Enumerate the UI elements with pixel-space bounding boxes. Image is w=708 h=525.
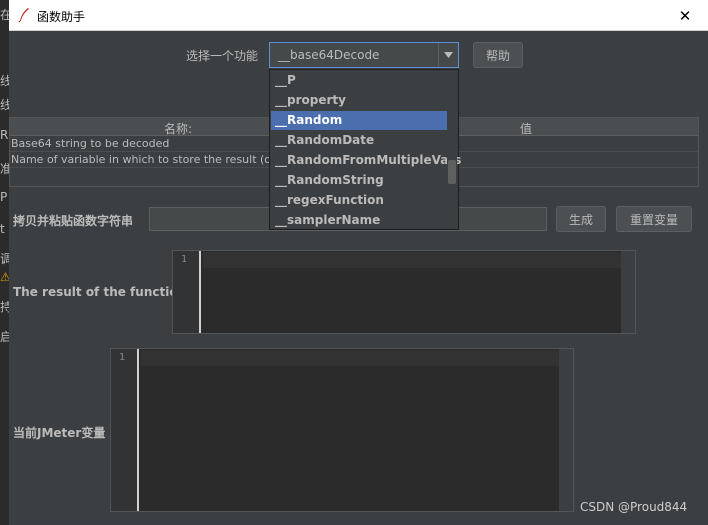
current-line-highlight <box>203 252 621 268</box>
title-bar: 函数助手 ✕ <box>9 0 708 31</box>
background-glyph: R <box>0 128 9 142</box>
function-combobox-value: __base64Decode <box>278 48 380 62</box>
background-window-strip: 在 线 线 R 准 P t 调 ⚠ 持 启 <box>0 0 9 525</box>
close-button[interactable]: ✕ <box>662 0 708 31</box>
dropdown-item[interactable]: __RandomFromMultipleVars <box>271 151 461 170</box>
help-button[interactable]: 帮助 <box>473 42 523 68</box>
background-glyph: 持 <box>0 300 9 314</box>
function-select-label: 选择一个功能 <box>186 49 259 63</box>
column-header-value[interactable]: 值 <box>520 120 532 137</box>
dropdown-item[interactable]: __RandomDate <box>271 131 447 150</box>
background-glyph: 启 <box>0 330 9 344</box>
reset-variables-button[interactable]: 重置变量 <box>616 206 692 232</box>
param-name-cell[interactable]: Base64 string to be decoded <box>11 137 169 150</box>
background-glyph: 在 <box>0 8 9 22</box>
generate-button[interactable]: 生成 <box>556 206 606 232</box>
jmeter-feather-icon <box>18 7 30 23</box>
background-glyph: t <box>0 222 5 236</box>
result-editor[interactable]: 1 <box>172 250 636 334</box>
background-glyph: 线 <box>0 74 9 88</box>
line-gutter: 1 <box>111 349 139 511</box>
line-number: 1 <box>181 254 188 265</box>
dropdown-item[interactable]: __RandomString <box>271 171 447 190</box>
param-name-cell[interactable]: Name of variable in which to store the r… <box>11 153 278 166</box>
function-combobox[interactable]: __base64Decode <box>269 42 459 68</box>
function-string-label: 拷贝并粘贴函数字符串 <box>13 214 134 228</box>
dropdown-item[interactable]: __property <box>271 91 447 110</box>
vertical-scrollbar[interactable] <box>559 349 573 511</box>
warning-icon: ⚠ <box>0 270 9 284</box>
line-number: 1 <box>119 352 126 363</box>
chevron-down-icon[interactable] <box>438 43 458 67</box>
function-dropdown-list[interactable]: __P __property __Random __RandomDate __R… <box>269 69 461 230</box>
close-icon: ✕ <box>678 6 692 25</box>
column-header-name[interactable]: 名称: <box>164 120 192 137</box>
watermark-text: CSDN @Proud844 <box>580 500 688 514</box>
current-line-highlight <box>141 350 559 366</box>
vertical-scrollbar[interactable] <box>621 251 635 333</box>
dropdown-item[interactable]: __P <box>271 71 447 90</box>
function-helper-dialog: 函数助手 ✕ 选择一个功能 __base64Decode 帮助 名称: 值 Ba… <box>9 0 708 525</box>
background-glyph: 调 <box>0 252 9 266</box>
dropdown-item[interactable]: __samplerName <box>271 211 447 230</box>
line-gutter: 1 <box>173 251 201 333</box>
background-glyph: P <box>0 190 8 204</box>
jmeter-variables-editor[interactable]: 1 <box>110 348 574 512</box>
dropdown-scrollbar[interactable] <box>447 71 457 229</box>
dropdown-item[interactable]: __regexFunction <box>271 191 447 210</box>
dropdown-item-selected[interactable]: __Random <box>271 111 447 130</box>
background-glyph: 准 <box>0 162 9 176</box>
background-glyph: 线 <box>0 98 9 112</box>
dialog-title: 函数助手 <box>37 10 86 24</box>
dropdown-scrollbar-thumb[interactable] <box>448 160 456 184</box>
jmeter-variables-label: 当前JMeter变量 <box>13 426 106 440</box>
